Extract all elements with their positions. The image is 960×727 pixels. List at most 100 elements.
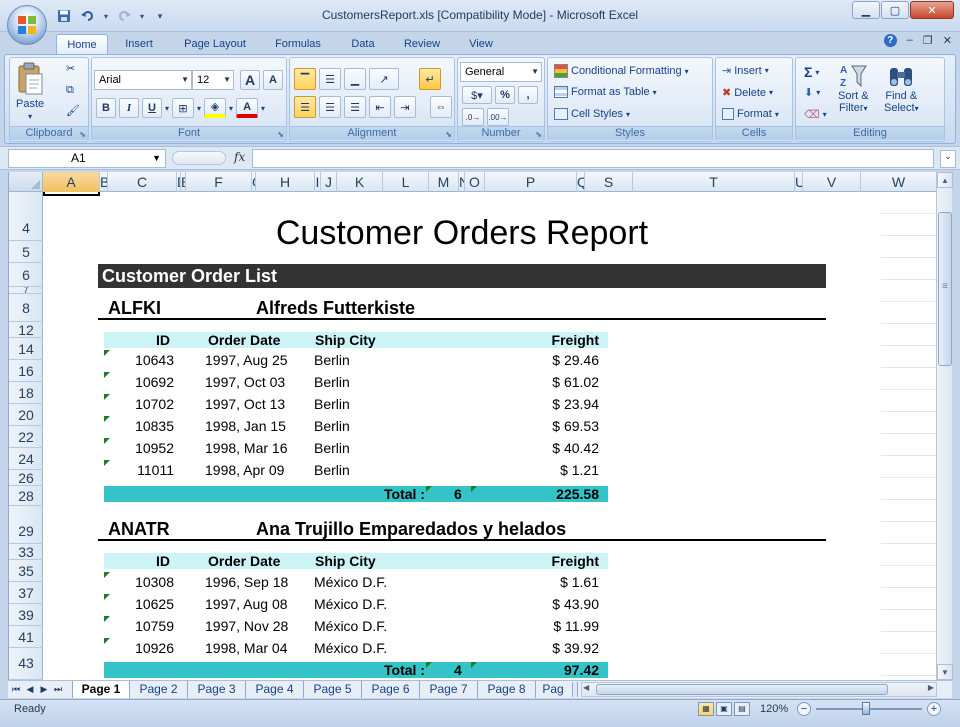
autosum-button[interactable]: Σ ▾: [804, 64, 819, 80]
formula-input[interactable]: [252, 149, 934, 168]
table-row[interactable]: 10692 1997, Oct 03 Berlin $ 61.02: [104, 372, 608, 392]
row-header[interactable]: 24: [9, 448, 43, 470]
font-color-icon[interactable]: A: [236, 98, 259, 118]
vertical-scroll-thumb[interactable]: [938, 212, 952, 366]
scroll-up-icon[interactable]: ▲: [937, 172, 953, 188]
table-row[interactable]: 10759 1997, Nov 28 México D.F. $ 11.99: [104, 616, 608, 636]
comma-style-button[interactable]: ,: [518, 86, 538, 104]
row-header[interactable]: 22: [9, 426, 43, 448]
scroll-right-icon[interactable]: ▶: [928, 683, 934, 692]
chevron-down-icon[interactable]: ▾: [229, 104, 233, 113]
conditional-formatting-button[interactable]: Conditional Formatting ▾: [554, 64, 689, 78]
customize-toolbar-icon[interactable]: ▾: [150, 7, 170, 25]
row-header[interactable]: 6: [9, 263, 43, 287]
column-header[interactable]: L: [383, 172, 429, 192]
horizontal-scrollbar[interactable]: ◀ ▶: [581, 682, 937, 697]
minimize-icon[interactable]: ▁: [852, 1, 880, 19]
align-middle-icon[interactable]: ☰: [319, 68, 341, 90]
column-header[interactable]: M: [429, 172, 459, 192]
tab-home[interactable]: Home: [56, 34, 108, 54]
table-row[interactable]: 10835 1998, Jan 15 Berlin $ 69.53: [104, 416, 608, 436]
sheet-tab-page-6[interactable]: Page 6: [362, 681, 420, 698]
cell-styles-button[interactable]: Cell Styles ▾: [554, 108, 630, 120]
bold-button[interactable]: B: [96, 98, 116, 118]
font-name-combo[interactable]: Arial ▼: [94, 70, 192, 90]
vertical-scrollbar[interactable]: ▲ ▼: [936, 172, 953, 680]
scroll-left-icon[interactable]: ◀: [583, 683, 589, 692]
sheet-tab-page-7[interactable]: Page 7: [420, 681, 478, 698]
align-center-icon[interactable]: ☰: [319, 96, 341, 118]
dialog-launcher-icon[interactable]: ⬊: [445, 130, 452, 139]
column-header[interactable]: K: [337, 172, 383, 192]
chevron-down-icon[interactable]: ▾: [261, 104, 265, 113]
column-header[interactable]: S: [585, 172, 633, 192]
cut-icon[interactable]: ✂: [66, 62, 75, 75]
worksheet[interactable]: A B C D E F G H I J K L M N O P Q S T U …: [8, 172, 936, 680]
row-header[interactable]: 41: [9, 626, 43, 648]
normal-view-icon[interactable]: ▦: [698, 702, 714, 716]
sheet-tab-page-8[interactable]: Page 8: [478, 681, 536, 698]
column-header[interactable]: P: [485, 172, 577, 192]
last-sheet-icon[interactable]: ⏭: [52, 682, 64, 697]
office-button[interactable]: [7, 5, 47, 45]
chevron-down-icon[interactable]: ▾: [138, 7, 146, 25]
zoom-slider-thumb[interactable]: [862, 702, 870, 715]
row-header[interactable]: 5: [9, 241, 43, 263]
underline-button[interactable]: U: [142, 98, 162, 118]
row-header[interactable]: 43: [9, 648, 43, 680]
tab-insert[interactable]: Insert: [116, 34, 162, 54]
column-header[interactable]: U: [795, 172, 803, 192]
number-format-combo[interactable]: General ▼: [460, 62, 542, 82]
table-row[interactable]: 10308 1996, Sep 18 México D.F. $ 1.61: [104, 572, 608, 592]
paste-button[interactable]: Paste ▾: [16, 62, 44, 121]
percent-style-button[interactable]: %: [495, 86, 515, 104]
row-header[interactable]: 4: [9, 192, 43, 241]
redo-icon[interactable]: [114, 7, 134, 25]
column-header[interactable]: T: [633, 172, 795, 192]
undo-icon[interactable]: [78, 7, 98, 25]
fill-button[interactable]: ⬇ ▾: [804, 86, 820, 99]
help-icon[interactable]: ?: [883, 34, 897, 47]
cell-grid[interactable]: Customer Orders Report Customer Order Li…: [43, 192, 936, 680]
doc-restore-icon[interactable]: ❐: [923, 34, 933, 47]
first-sheet-icon[interactable]: ⏮: [10, 682, 22, 697]
row-header[interactable]: 39: [9, 604, 43, 626]
previous-sheet-icon[interactable]: ◀: [24, 682, 36, 697]
tab-view[interactable]: View: [460, 34, 502, 54]
row-header[interactable]: 37: [9, 582, 43, 604]
sheet-tab-page-5[interactable]: Page 5: [304, 681, 362, 698]
delete-cells-button[interactable]: ✖ Delete ▾: [722, 86, 773, 100]
insert-function-icon[interactable]: fx: [234, 150, 245, 164]
active-cell-a1[interactable]: [43, 192, 100, 196]
row-header[interactable]: 14: [9, 338, 43, 360]
horizontal-scroll-thumb[interactable]: [596, 684, 888, 695]
doc-minimize-icon[interactable]: –: [907, 34, 913, 47]
decrease-decimal-icon[interactable]: .00→: [487, 108, 509, 126]
table-row[interactable]: 10643 1997, Aug 25 Berlin $ 29.46: [104, 350, 608, 370]
merge-center-icon[interactable]: ⇔: [430, 96, 452, 118]
row-header[interactable]: 12: [9, 322, 43, 338]
accounting-format-icon[interactable]: $▾: [462, 86, 492, 104]
column-header[interactable]: W: [861, 172, 936, 192]
next-sheet-icon[interactable]: ▶: [38, 682, 50, 697]
row-header[interactable]: 7: [9, 287, 43, 294]
sheet-tab-page-9[interactable]: Pag: [536, 681, 570, 698]
row-header[interactable]: 8: [9, 294, 43, 322]
save-icon[interactable]: [54, 7, 74, 25]
tab-review[interactable]: Review: [396, 34, 448, 54]
doc-close-icon[interactable]: ✕: [943, 34, 952, 47]
format-painter-icon[interactable]: 🖌: [66, 104, 80, 117]
scroll-down-icon[interactable]: ▼: [937, 664, 953, 680]
row-header[interactable]: 20: [9, 404, 43, 426]
increase-decimal-icon[interactable]: .0→: [462, 108, 484, 126]
grow-font-button[interactable]: A: [240, 70, 260, 90]
align-right-icon[interactable]: ☰: [344, 96, 366, 118]
zoom-level[interactable]: 120%: [760, 703, 788, 715]
column-header[interactable]: F: [186, 172, 252, 192]
clear-button[interactable]: ⌫ ▾: [804, 108, 827, 121]
column-header[interactable]: V: [803, 172, 861, 192]
close-icon[interactable]: ✕: [910, 1, 954, 19]
select-all-button[interactable]: [9, 172, 43, 192]
table-row[interactable]: 10926 1998, Mar 04 México D.F. $ 39.92: [104, 638, 608, 658]
row-header[interactable]: 18: [9, 382, 43, 404]
